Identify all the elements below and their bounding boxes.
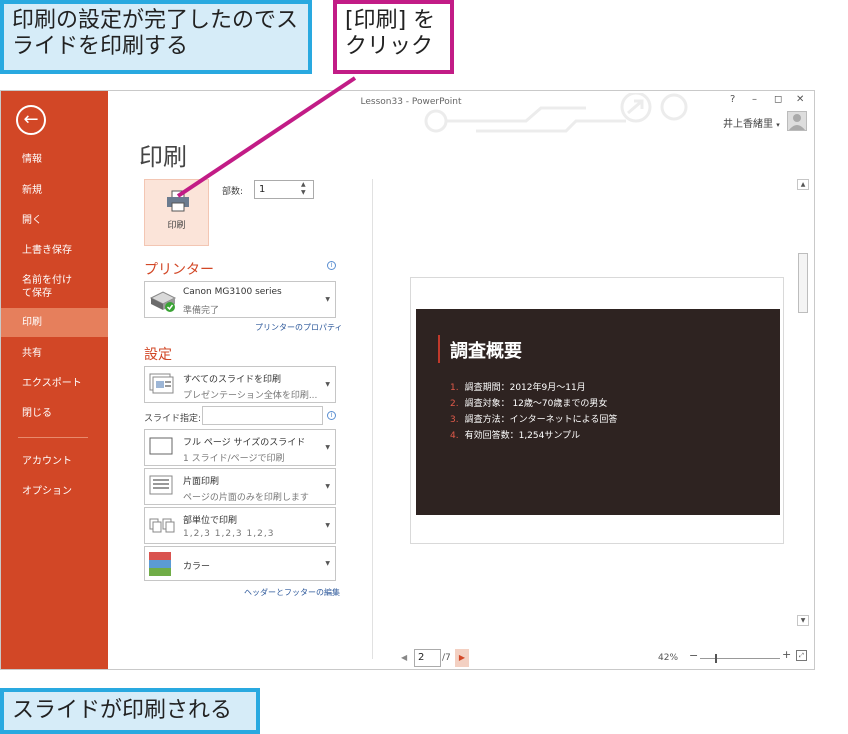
print-preview: 調査概要 1. 調査期間：2012年9月～11月 2. 調査対象： 12歳～70歳ま…	[410, 277, 784, 544]
color-icon	[149, 552, 171, 576]
print-range-subtitle: プレゼンテーション全体を印刷...	[183, 391, 318, 401]
scroll-thumb[interactable]	[798, 253, 808, 313]
sidebar-item-share[interactable]: 共有	[1, 347, 108, 360]
slide-list-item: 1. 調査期間：2012年9月～11月	[450, 383, 586, 393]
print-range-title: すべてのスライドを印刷	[183, 375, 282, 385]
info-icon[interactable]: i	[327, 261, 336, 270]
chevron-down-icon: ▼	[325, 483, 330, 490]
one-sided-icon	[149, 475, 173, 495]
sidebar-item-close[interactable]: 閉じる	[1, 407, 108, 420]
slide-preview: 調査概要 1. 調査期間：2012年9月～11月 2. 調査対象： 12歳～70歳ま…	[416, 309, 780, 515]
printer-device-icon	[149, 291, 177, 312]
previous-page-icon[interactable]: ◀	[401, 653, 407, 662]
color-select[interactable]: カラー ▼	[144, 546, 336, 581]
zoom-slider[interactable]	[700, 658, 780, 659]
person-icon	[789, 114, 805, 130]
chevron-down-icon: ▼	[325, 444, 330, 451]
chevron-down-icon: ▼	[325, 560, 330, 567]
sidebar-item-save-as[interactable]: 名前を付けて保存	[1, 274, 81, 300]
slide-list-item: 3. 調査方法：インターネットによる回答	[450, 415, 618, 425]
copies-label: 部数:	[222, 187, 244, 197]
avatar[interactable]	[787, 111, 807, 131]
sidebar-item-save[interactable]: 上書き保存	[1, 244, 108, 257]
chevron-down-icon: ▼	[325, 522, 330, 529]
sidebar-item-account[interactable]: アカウント	[1, 455, 108, 468]
collate-title: 部単位で印刷	[183, 516, 238, 526]
powerpoint-window: ← 情報 新規 開く 上書き保存 名前を付けて保存 印刷 共有 エクスポート 閉…	[0, 90, 815, 670]
sidebar-item-export[interactable]: エクスポート	[1, 377, 108, 390]
zoom-in-icon[interactable]: +	[782, 648, 791, 661]
zoom-to-page-icon[interactable]: ⤢	[796, 650, 807, 661]
sidebar-item-info[interactable]: 情報	[1, 153, 108, 166]
callout-click-print: [印刷] をクリック	[333, 0, 454, 74]
printer-icon	[167, 190, 189, 212]
zoom-slider-thumb[interactable]	[715, 654, 717, 663]
printer-heading: プリンター	[144, 262, 214, 278]
color-title: カラー	[183, 562, 211, 572]
chevron-down-icon: ▼	[325, 296, 330, 303]
sides-subtitle: ページの片面のみを印刷します	[183, 493, 309, 503]
minimize-icon[interactable]: –	[752, 94, 757, 105]
preview-scrollbar[interactable]: ▲ ▼	[797, 179, 809, 629]
collate-icon	[149, 518, 175, 533]
window-title: Lesson33 - PowerPoint	[360, 97, 462, 107]
layout-subtitle: 1 スライド/ページで印刷	[183, 454, 285, 464]
sidebar-item-open[interactable]: 開く	[1, 214, 108, 227]
restore-icon[interactable]: ◻	[774, 94, 782, 105]
info-icon[interactable]: i	[327, 411, 336, 420]
slide-list-item: 2. 調査対象： 12歳～70歳までの男女	[450, 399, 608, 409]
slides-label: スライド指定:	[144, 414, 202, 424]
settings-heading: 設定	[144, 347, 172, 363]
sidebar-divider	[18, 437, 88, 438]
sides-select[interactable]: 片面印刷 ページの片面のみを印刷します ▼	[144, 468, 336, 505]
help-icon[interactable]: ?	[730, 94, 735, 105]
sidebar-item-print[interactable]: 印刷	[1, 308, 108, 337]
print-button-label: 印刷	[167, 221, 186, 231]
print-range-select[interactable]: すべてのスライドを印刷 プレゼンテーション全体を印刷... ▼	[144, 366, 336, 403]
full-page-slide-icon	[149, 437, 173, 455]
chevron-down-icon: ▼	[325, 381, 330, 388]
pane-divider	[372, 179, 373, 659]
collate-select[interactable]: 部単位で印刷 1,2,3 1,2,3 1,2,3 ▼	[144, 507, 336, 544]
zoom-out-icon[interactable]: −	[689, 649, 698, 662]
copies-stepper[interactable]: ▲ ▼	[301, 181, 306, 197]
collate-subtitle: 1,2,3 1,2,3 1,2,3	[183, 529, 275, 539]
callout-print-instruction: 印刷の設定が完了したのでスライドを印刷する	[0, 0, 312, 74]
sides-title: 片面印刷	[183, 477, 220, 487]
edit-header-footer-link[interactable]: ヘッダーとフッターの編集	[244, 587, 340, 598]
printer-name: Canon MG3100 series	[183, 287, 282, 297]
slide-list-item: 4. 有効回答数：1,254サンプル	[450, 431, 581, 441]
page-total: /7	[442, 653, 451, 663]
next-page-icon[interactable]: ▶	[455, 649, 469, 667]
zoom-level[interactable]: 42%	[658, 653, 678, 663]
scroll-down-icon[interactable]: ▼	[797, 615, 809, 626]
sidebar-item-new[interactable]: 新規	[1, 184, 108, 197]
sidebar-item-options[interactable]: オプション	[1, 485, 108, 498]
slide-title: 調査概要	[450, 341, 522, 362]
print-button[interactable]: 印刷	[144, 179, 209, 246]
chevron-down-icon: ▾	[776, 121, 780, 129]
printer-select[interactable]: Canon MG3100 series 準備完了 ▼	[144, 281, 336, 318]
slide-accent-bar	[438, 335, 440, 363]
close-icon[interactable]: ✕	[796, 94, 804, 105]
slides-input[interactable]	[202, 406, 323, 425]
page-title: 印刷	[139, 143, 187, 171]
page-number-input[interactable]: 2	[414, 649, 441, 667]
layout-title: フル ページ サイズのスライド	[183, 438, 306, 448]
all-slides-icon	[149, 373, 174, 394]
layout-select[interactable]: フル ページ サイズのスライド 1 スライド/ページで印刷 ▼	[144, 429, 336, 466]
backstage-sidebar: ← 情報 新規 開く 上書き保存 名前を付けて保存 印刷 共有 エクスポート 閉…	[1, 91, 108, 669]
printer-properties-link[interactable]: プリンターのプロパティ	[255, 322, 343, 333]
scroll-up-icon[interactable]: ▲	[797, 179, 809, 190]
back-arrow-icon[interactable]: ←	[16, 105, 46, 135]
printer-status: 準備完了	[183, 306, 220, 316]
callout-slides-printed: スライドが印刷される	[0, 688, 260, 734]
user-account-name[interactable]: 井上香緒里 ▾	[723, 115, 780, 130]
